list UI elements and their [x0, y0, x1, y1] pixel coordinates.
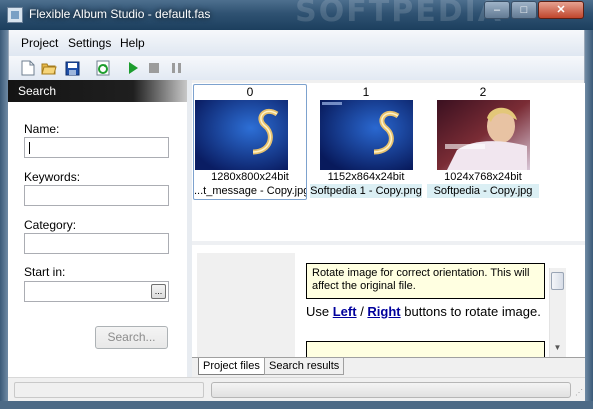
softpedia-watermark: SOFTPEDIA — [295, 0, 503, 29]
name-label: Name: — [24, 122, 60, 136]
category-field[interactable] — [24, 233, 169, 254]
window-frame-left — [0, 30, 8, 409]
thumbnail-resolution: 1024x768x24bit — [444, 171, 522, 183]
tip-text: buttons to rotate image. — [400, 304, 541, 319]
pause-icon[interactable] — [168, 59, 186, 77]
new-icon[interactable] — [19, 59, 37, 77]
refresh-icon[interactable] — [94, 59, 112, 77]
maximize-button[interactable]: □ — [511, 1, 537, 19]
tip-rotate-text: Use Left / Right buttons to rotate image… — [306, 304, 546, 320]
thumbnail-filename[interactable]: Softpedia 1 - Copy.png — [310, 184, 422, 198]
category-label: Category: — [24, 218, 77, 232]
thumbnail-filename[interactable]: ...t_message - Copy.jpg — [194, 184, 306, 198]
thumbnail-filename[interactable]: Softpedia - Copy.jpg — [427, 184, 539, 198]
text-caret — [29, 142, 30, 154]
close-button[interactable]: ✕ — [538, 1, 584, 19]
keywords-label: Keywords: — [24, 170, 81, 184]
status-panel — [14, 382, 204, 398]
tip-text: / — [356, 304, 368, 319]
thumbnail-image[interactable] — [437, 100, 530, 170]
scrollbar-thumb[interactable] — [551, 272, 564, 290]
tip-text: Use — [306, 304, 333, 319]
tip-note: Rotate image for correct orientation. Th… — [306, 263, 545, 299]
thumbnail-image[interactable] — [320, 100, 413, 170]
menu-help[interactable]: Help — [120, 36, 145, 50]
window-frame-right — [585, 30, 593, 409]
startin-field[interactable] — [24, 281, 169, 302]
rotate-right-link[interactable]: Right — [367, 304, 400, 319]
tab-search-results[interactable]: Search results — [264, 358, 345, 375]
window-title: Flexible Album Studio - default.fas — [29, 7, 211, 21]
rotate-left-link[interactable]: Left — [333, 304, 357, 319]
startin-label: Start in: — [24, 265, 66, 279]
open-icon[interactable] — [40, 59, 58, 77]
menu-settings[interactable]: Settings — [68, 36, 111, 50]
image-preview-area — [197, 253, 295, 357]
minimize-button[interactable]: – — [484, 1, 510, 19]
search-button[interactable]: Search... — [95, 326, 168, 349]
scroll-down-icon[interactable]: ▼ — [550, 340, 565, 355]
thumbnail-index: 0 — [246, 85, 254, 99]
window-frame-bottom — [0, 401, 593, 409]
browse-button[interactable]: ... — [151, 284, 166, 299]
thumbnail-index: 1 — [362, 85, 370, 99]
keywords-field[interactable] — [24, 185, 169, 206]
thumbnail-index: 2 — [479, 85, 487, 99]
resize-grip-icon[interactable]: ⋰ — [575, 389, 583, 397]
stop-icon[interactable] — [145, 59, 163, 77]
save-icon[interactable] — [63, 59, 81, 77]
search-header: Search — [8, 80, 187, 102]
thumbnail-resolution: 1152x864x24bit — [327, 171, 405, 183]
play-icon[interactable] — [124, 59, 142, 77]
menu-project[interactable]: Project — [21, 36, 58, 50]
name-field[interactable] — [24, 137, 169, 158]
progress-bar — [211, 382, 571, 398]
thumbnail-resolution: 1280x800x24bit — [211, 171, 289, 183]
tab-project-files[interactable]: Project files — [198, 358, 265, 375]
app-icon[interactable] — [7, 7, 23, 23]
thumbnail-image[interactable] — [195, 100, 288, 170]
tip-note-partial — [306, 341, 545, 357]
